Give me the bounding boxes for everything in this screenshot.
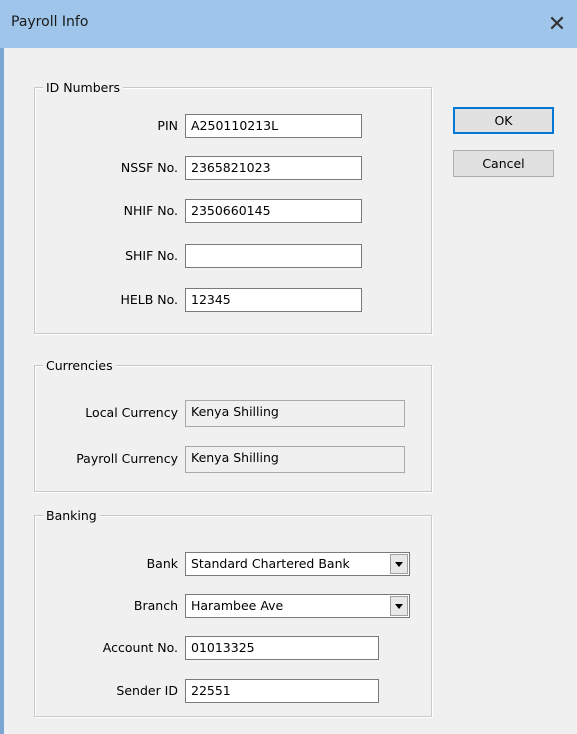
pin-label: PIN bbox=[157, 118, 178, 133]
bank-select[interactable]: Standard Chartered Bank bbox=[185, 552, 410, 576]
close-button[interactable]: ✕ bbox=[537, 0, 577, 48]
nssf-label: NSSF No. bbox=[120, 160, 178, 175]
nhif-label: NHIF No. bbox=[123, 203, 178, 218]
branch-label: Branch bbox=[133, 598, 178, 613]
title-bar[interactable]: Payroll Info ✕ bbox=[0, 0, 577, 48]
helb-label: HELB No. bbox=[120, 292, 178, 307]
ok-button[interactable]: OK bbox=[453, 107, 554, 134]
shif-field[interactable] bbox=[185, 244, 362, 268]
shif-label: SHIF No. bbox=[125, 248, 178, 263]
account-field[interactable]: 01013325 bbox=[185, 636, 379, 660]
bank-label: Bank bbox=[146, 556, 178, 571]
payroll-currency-label: Payroll Currency bbox=[76, 451, 178, 466]
chevron-down-icon bbox=[395, 561, 403, 567]
nhif-field[interactable]: 2350660145 bbox=[185, 199, 362, 223]
branch-select-value: Harambee Ave bbox=[191, 598, 284, 613]
payroll-currency-field: Kenya Shilling bbox=[185, 446, 405, 473]
branch-select[interactable]: Harambee Ave bbox=[185, 594, 410, 618]
currencies-legend: Currencies bbox=[43, 358, 116, 373]
id-numbers-legend: ID Numbers bbox=[43, 80, 124, 95]
branch-dropdown-button[interactable] bbox=[390, 596, 408, 616]
nssf-field[interactable]: 2365821023 bbox=[185, 156, 362, 180]
window-title: Payroll Info bbox=[11, 14, 89, 30]
helb-field[interactable]: 12345 bbox=[185, 288, 362, 312]
chevron-down-icon bbox=[395, 603, 403, 609]
close-icon: ✕ bbox=[547, 11, 567, 37]
window-left-edge bbox=[0, 48, 4, 734]
banking-legend: Banking bbox=[43, 508, 100, 523]
bank-select-value: Standard Chartered Bank bbox=[191, 556, 350, 571]
local-currency-label: Local Currency bbox=[85, 405, 178, 420]
sender-id-field[interactable]: 22551 bbox=[185, 679, 379, 703]
sender-id-label: Sender ID bbox=[116, 683, 178, 698]
bank-dropdown-button[interactable] bbox=[390, 554, 408, 574]
cancel-button[interactable]: Cancel bbox=[453, 150, 554, 177]
pin-field[interactable]: A250110213L bbox=[185, 114, 362, 138]
local-currency-field: Kenya Shilling bbox=[185, 400, 405, 427]
account-label: Account No. bbox=[102, 640, 178, 655]
